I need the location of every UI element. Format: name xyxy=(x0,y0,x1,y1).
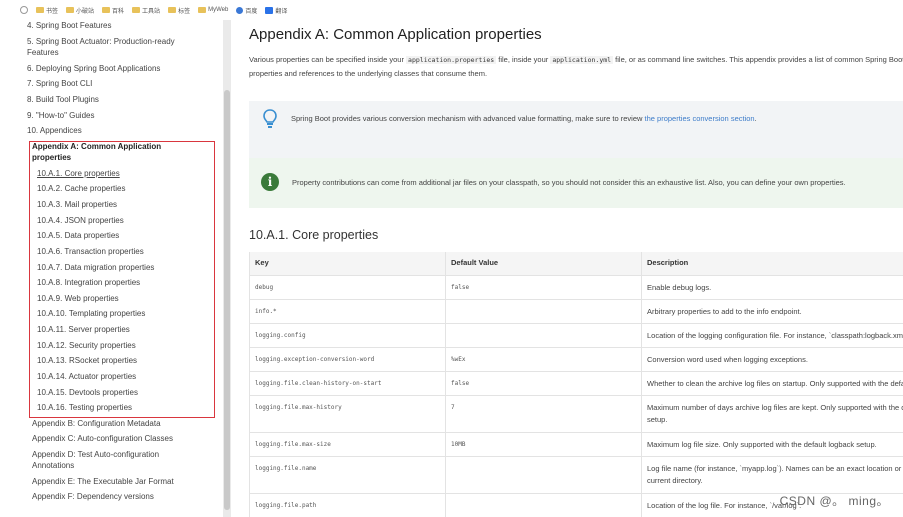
column-header-key: Key xyxy=(255,258,269,267)
toc-item[interactable]: 10. Appendices xyxy=(27,125,207,136)
table-row: logging.config Location of the logging c… xyxy=(249,324,903,348)
folder-icon xyxy=(66,7,75,13)
table-row: info.* Arbitrary properties to add to th… xyxy=(249,300,903,324)
main-content: Appendix A: Common Application propertie… xyxy=(231,20,903,517)
bookmark-item[interactable]: 百科 xyxy=(102,6,124,15)
folder-icon xyxy=(36,7,44,13)
globe-icon xyxy=(236,6,244,14)
toc-item[interactable]: 7. Spring Boot CLI xyxy=(27,78,207,89)
info-icon: i xyxy=(261,173,279,191)
toc-item[interactable]: Appendix E: The Executable Jar Format xyxy=(32,476,212,487)
bookmark-item[interactable]: 百度 xyxy=(236,6,257,15)
bookmarks-bar: 书签 小破站 百科 工具站 标签 MyWeb 百度 翻译 xyxy=(0,0,903,20)
table-row: logging.file.name Log file name (for ins… xyxy=(249,457,903,494)
inline-code: application.properties xyxy=(406,56,497,64)
column-header-default: Default Value xyxy=(451,258,499,267)
folder-icon xyxy=(132,7,141,13)
table-row: logging.file.max-size 10MB Maximum log f… xyxy=(249,433,903,457)
lightbulb-icon xyxy=(263,109,277,128)
bookmark-item[interactable]: 小破站 xyxy=(66,6,94,15)
sidebar-scrollbar-thumb[interactable] xyxy=(224,90,230,510)
highlight-annotation-box xyxy=(29,141,215,418)
section-heading: 10.A.1. Core properties xyxy=(249,228,379,242)
table-row: debug false Enable debug logs. xyxy=(249,276,903,300)
refresh-icon[interactable] xyxy=(20,6,28,14)
inline-code: application.yml xyxy=(550,56,614,64)
folder-icon xyxy=(102,7,111,13)
toc-item[interactable]: 9. "How-to" Guides xyxy=(27,110,207,121)
page-title: Appendix A: Common Application propertie… xyxy=(249,26,542,43)
csdn-watermark: CSDN @。 ming。 xyxy=(779,494,889,508)
bookmark-item[interactable]: 标签 xyxy=(168,6,190,15)
table-border xyxy=(249,252,250,517)
toc-item[interactable]: 4. Spring Boot Features xyxy=(27,20,207,31)
toc-item[interactable]: Appendix F: Dependency versions xyxy=(32,491,212,502)
folder-icon xyxy=(198,7,207,13)
table-column-divider xyxy=(641,252,642,517)
important-admonition: i Property contributions can come from a… xyxy=(249,158,903,208)
bookmark-item[interactable]: 工具站 xyxy=(132,6,160,15)
toc-item[interactable]: Appendix C: Auto-configuration Classes xyxy=(32,433,212,444)
bookmark-item[interactable]: 书签 xyxy=(36,6,58,15)
folder-icon xyxy=(168,7,177,13)
translate-icon xyxy=(265,6,274,14)
toc-item[interactable]: 8. Build Tool Plugins xyxy=(27,94,207,105)
toc-item[interactable]: Appendix D: Test Auto-configuration Anno… xyxy=(32,449,192,471)
bookmark-item[interactable]: MyWeb xyxy=(198,7,228,13)
toc-item[interactable]: 5. Spring Boot Actuator: Production-read… xyxy=(27,36,207,58)
properties-conversion-link[interactable]: the properties conversion section xyxy=(645,114,755,123)
table-row: logging.exception-conversion-word %wEx C… xyxy=(249,348,903,372)
table-column-divider xyxy=(445,252,446,517)
toc-item[interactable]: 6. Deploying Spring Boot Applications xyxy=(27,63,207,74)
table-row: logging.file.max-history 7 Maximum numbe… xyxy=(249,396,903,433)
table-row: logging.file.clean-history-on-start fals… xyxy=(249,372,903,396)
toc-item[interactable]: Appendix B: Configuration Metadata xyxy=(32,418,212,429)
table-header-row: Key Default Value Description xyxy=(249,252,903,276)
bookmark-item[interactable]: 翻译 xyxy=(265,6,287,15)
column-header-description: Description xyxy=(647,258,689,267)
intro-paragraph: Various properties can be specified insi… xyxy=(249,55,903,78)
